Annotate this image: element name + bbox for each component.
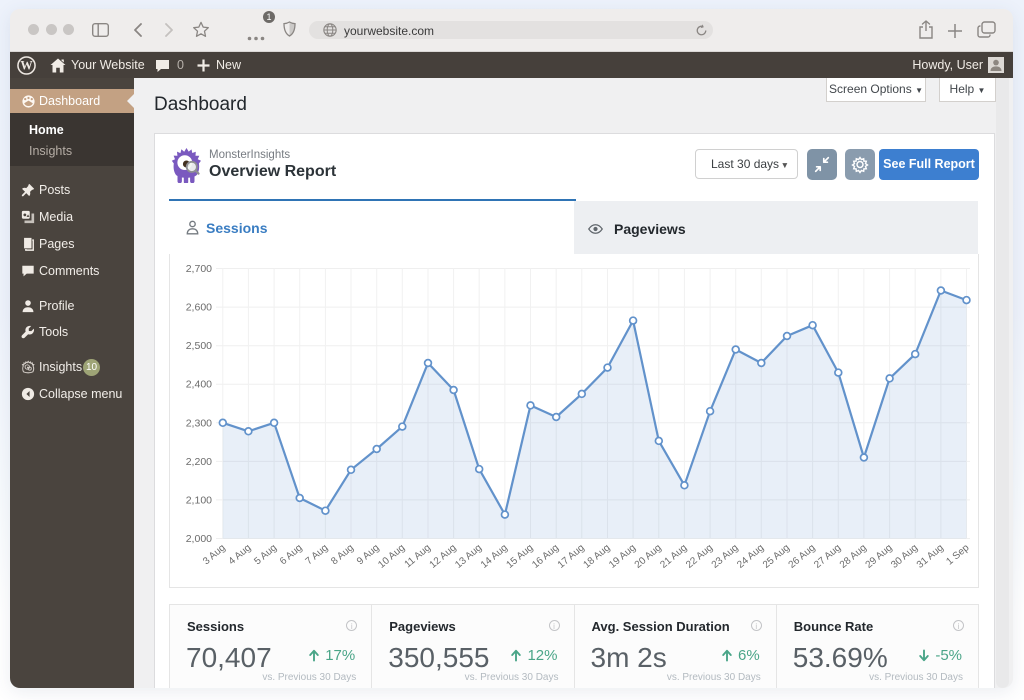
svg-text:2,500: 2,500 (186, 340, 212, 352)
svg-text:2,600: 2,600 (186, 302, 212, 314)
svg-text:24 Aug: 24 Aug (735, 542, 766, 570)
svg-text:27 Aug: 27 Aug (812, 542, 843, 570)
svg-text:11 Aug: 11 Aug (403, 542, 433, 570)
svg-text:18 Aug: 18 Aug (581, 542, 612, 570)
svg-text:17 Aug: 17 Aug (556, 542, 587, 570)
svg-text:20 Aug: 20 Aug (633, 542, 664, 570)
svg-text:13 Aug: 13 Aug (453, 542, 484, 570)
svg-text:2,000: 2,000 (186, 533, 212, 545)
svg-text:21 Aug: 21 Aug (658, 542, 689, 570)
svg-text:2,100: 2,100 (186, 494, 212, 506)
svg-text:19 Aug: 19 Aug (607, 542, 638, 570)
svg-text:2,200: 2,200 (186, 456, 212, 468)
svg-text:16 Aug: 16 Aug (530, 542, 561, 570)
svg-text:2,300: 2,300 (186, 417, 212, 429)
svg-text:1 Sep: 1 Sep (944, 542, 971, 568)
svg-text:10 Aug: 10 Aug (376, 542, 407, 570)
svg-text:7 Aug: 7 Aug (304, 542, 331, 567)
svg-text:2,700: 2,700 (186, 263, 212, 275)
svg-text:29 Aug: 29 Aug (864, 542, 895, 570)
svg-text:4 Aug: 4 Aug (227, 542, 254, 567)
svg-text:28 Aug: 28 Aug (838, 542, 869, 570)
svg-text:15 Aug: 15 Aug (504, 542, 535, 570)
svg-text:2,400: 2,400 (186, 379, 212, 391)
svg-text:25 Aug: 25 Aug (761, 542, 792, 570)
svg-text:22 Aug: 22 Aug (684, 542, 715, 570)
svg-text:31 Aug: 31 Aug (915, 542, 946, 570)
svg-text:12 Aug: 12 Aug (428, 542, 459, 570)
svg-text:26 Aug: 26 Aug (787, 542, 818, 570)
svg-text:30 Aug: 30 Aug (889, 542, 920, 570)
svg-text:23 Aug: 23 Aug (710, 542, 741, 570)
svg-text:14 Aug: 14 Aug (479, 542, 510, 570)
svg-text:8 Aug: 8 Aug (329, 542, 356, 567)
svg-text:W: W (20, 58, 33, 72)
svg-text:3 Aug: 3 Aug (201, 542, 228, 567)
svg-text:6 Aug: 6 Aug (278, 542, 305, 567)
svg-text:5 Aug: 5 Aug (252, 542, 279, 567)
